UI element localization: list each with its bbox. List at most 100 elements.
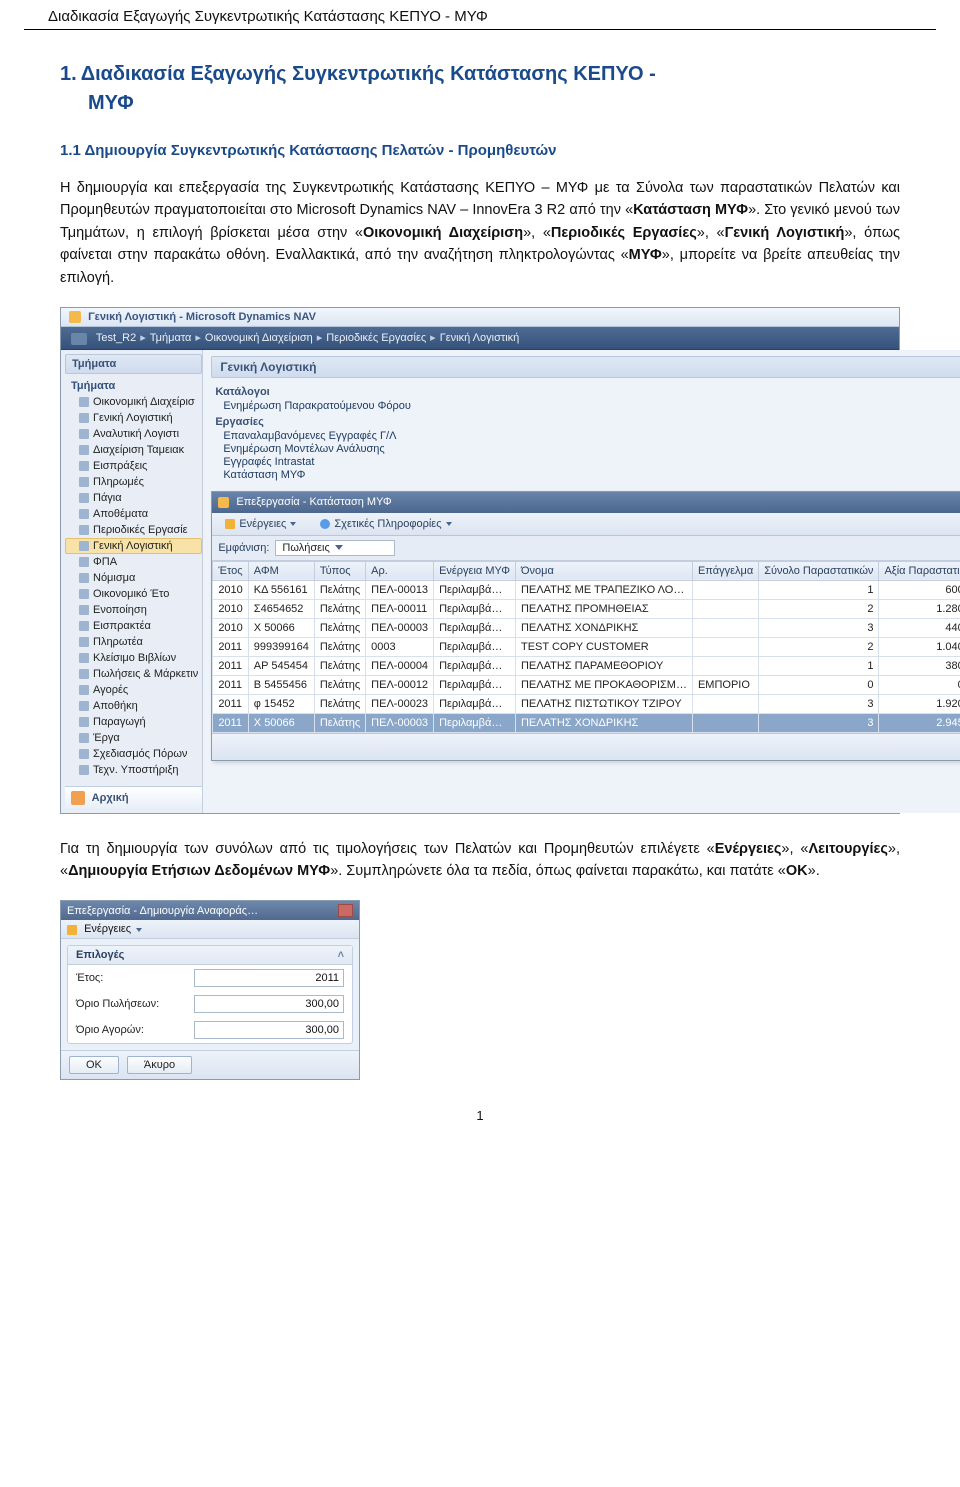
table-cell: Πελάτης <box>314 618 365 637</box>
breadcrumb-item[interactable]: Οικονομική Διαχείριση <box>205 332 313 344</box>
main-link[interactable]: Κατάσταση ΜΥΦ <box>223 469 960 481</box>
sidebar-item[interactable]: Ενοποίηση <box>65 602 202 618</box>
table-row[interactable]: 2011Χ 50066ΠελάτηςΠΕΛ-00003Περιλαμβά…ΠΕΛ… <box>213 713 960 732</box>
sidebar-item-label: Αναλυτική Λογιστι <box>93 428 179 440</box>
main-link[interactable]: Επαναλαμβανόμενες Εγγραφές Γ/Λ <box>223 430 960 442</box>
sidebar-item[interactable]: Αναλυτική Λογιστι <box>65 426 202 442</box>
table-cell <box>692 618 758 637</box>
breadcrumb-item[interactable]: Test_R2 <box>96 332 136 344</box>
field-input[interactable]: 300,00 <box>194 1021 344 1039</box>
sidebar-item[interactable]: Γενική Λογιστική <box>65 538 202 554</box>
sidebar-item[interactable]: Αγορές <box>65 682 202 698</box>
table-cell: ΠΕΛΑΤΗΣ ΠΡΟΜΗΘΕΙΑΣ <box>515 599 692 618</box>
nav-back-icon[interactable] <box>71 333 87 345</box>
inner-footer: OK <box>212 733 960 760</box>
filter-dropdown[interactable]: Πωλήσεις <box>275 540 395 556</box>
grid-column-header[interactable]: Επάγγελμα <box>692 561 758 580</box>
sidebar-item-label: Τμήματα <box>71 380 115 392</box>
sidebar-item[interactable]: Πάγια <box>65 490 202 506</box>
chevron-down-icon <box>290 522 296 526</box>
sidebar-item-label: Αποθήκη <box>93 700 138 712</box>
close-icon[interactable] <box>338 904 353 917</box>
sidebar-item[interactable]: Πληρωτέα <box>65 634 202 650</box>
data-grid[interactable]: ΈτοςΑΦΜΤύποςΑρ.Ενέργεια ΜΥΦΌνομαΕπάγγελμ… <box>212 561 960 733</box>
sidebar-item[interactable]: Διαχείριση Ταμειακ <box>65 442 202 458</box>
sidebar-home[interactable]: Αρχική <box>65 786 202 809</box>
folder-icon <box>79 429 89 439</box>
sidebar-item-label: Ενοποίηση <box>93 604 147 616</box>
panel-header[interactable]: Επιλογές ˄ <box>68 946 352 965</box>
grid-column-header[interactable]: ΑΦΜ <box>248 561 314 580</box>
dialog-options-panel: Επιλογές ˄ Έτος:2011Όριο Πωλήσεων:300,00… <box>67 945 353 1044</box>
sidebar-item[interactable]: Γενική Λογιστική <box>65 410 202 426</box>
table-cell: 1.040,00 <box>879 637 960 656</box>
breadcrumb-item[interactable]: Τμήματα <box>150 332 192 344</box>
section-works-label: Εργασίες <box>215 416 960 428</box>
sidebar-item[interactable]: Οικονομική Διαχείρισ <box>65 394 202 410</box>
dialog-actions-button[interactable]: Ενέργειες <box>84 923 131 935</box>
sidebar-item-label: Παραγωγή <box>93 716 146 728</box>
sidebar-item[interactable]: Περιοδικές Εργασίε <box>65 522 202 538</box>
table-cell: Σ4654652 <box>248 599 314 618</box>
main-link[interactable]: Ενημέρωση Μοντέλων Ανάλυσης <box>223 443 960 455</box>
ok-button[interactable]: OK <box>69 1056 119 1074</box>
sidebar-item[interactable]: Τμήματα <box>65 378 202 394</box>
breadcrumb-item[interactable]: Περιοδικές Εργασίες <box>326 332 426 344</box>
table-row[interactable]: 2010Χ 50066ΠελάτηςΠΕΛ-00003Περιλαμβά…ΠΕΛ… <box>213 618 960 637</box>
dialog-titlebar: Επεξεργασία - Δημιουργία Αναφοράς… <box>61 901 359 920</box>
p2-seg4: ». Συμπληρώνετε όλα τα πεδία, όπως φαίνε… <box>330 863 786 879</box>
field-input[interactable]: 300,00 <box>194 995 344 1013</box>
h1-text-line2: ΜΥΦ <box>88 92 134 114</box>
main-link[interactable]: Εγγραφές Intrastat <box>223 456 960 468</box>
table-cell: φ 15452 <box>248 694 314 713</box>
table-row[interactable]: 2010Σ4654652ΠελάτηςΠΕΛ-00011Περιλαμβά…ΠΕ… <box>213 599 960 618</box>
table-row[interactable]: 2010ΚΔ 556161ΠελάτηςΠΕΛ-00013Περιλαμβά…Π… <box>213 580 960 599</box>
sidebar-item[interactable]: Κλείσιμο Βιβλίων <box>65 650 202 666</box>
sidebar-item[interactable]: Πληρωμές <box>65 474 202 490</box>
p1-seg3: », « <box>523 225 551 241</box>
sidebar-item[interactable]: Εισπράξεις <box>65 458 202 474</box>
grid-column-header[interactable]: Τύπος <box>314 561 365 580</box>
cancel-button[interactable]: Άκυρο <box>127 1056 192 1074</box>
sidebar-item[interactable]: Νόμισμα <box>65 570 202 586</box>
grid-column-header[interactable]: Όνομα <box>515 561 692 580</box>
h1-text-line1: Διαδικασία Εξαγωγής Συγκεντρωτικής Κατάσ… <box>81 63 656 85</box>
sidebar-item[interactable]: Έργα <box>65 730 202 746</box>
grid-column-header[interactable]: Έτος <box>213 561 248 580</box>
sidebar-item[interactable]: Οικονομικό Έτο <box>65 586 202 602</box>
field-input[interactable]: 2011 <box>194 969 344 987</box>
grid-column-header[interactable]: Αξία Παραστατικών <box>879 561 960 580</box>
actions-button[interactable]: Ενέργειες <box>218 516 303 532</box>
table-cell: Πελάτης <box>314 694 365 713</box>
breadcrumb-item[interactable]: Γενική Λογιστική <box>440 332 520 344</box>
table-row[interactable]: 2011φ 15452ΠελάτηςΠΕΛ-00023Περιλαμβά…ΠΕΛ… <box>213 694 960 713</box>
table-row[interactable]: 2011Β 5455456ΠελάτηςΠΕΛ-00012Περιλαμβά…Π… <box>213 675 960 694</box>
inner-window-myf: Επεξεργασία - Κατάσταση ΜΥΦ Εν <box>211 491 960 761</box>
collapse-icon[interactable]: ˄ <box>338 949 344 961</box>
dialog-field-row: Όριο Πωλήσεων:300,00 <box>68 991 352 1017</box>
folder-icon <box>79 765 89 775</box>
related-info-button[interactable]: Σχετικές Πληροφορίες <box>313 516 458 532</box>
sidebar-item[interactable]: Αποθήκη <box>65 698 202 714</box>
folder-icon <box>79 573 89 583</box>
table-cell: 2011 <box>213 713 248 732</box>
nav-breadcrumb[interactable]: Test_R2▸Τμήματα▸Οικονομική Διαχείριση▸Πε… <box>61 327 899 349</box>
sidebar-item[interactable]: Σχεδιασμός Πόρων <box>65 746 202 762</box>
table-cell: 0003 <box>366 637 434 656</box>
sidebar-item[interactable]: Εισπρακτέα <box>65 618 202 634</box>
sidebar-item[interactable]: ΦΠΑ <box>65 554 202 570</box>
sidebar-item[interactable]: Τεχν. Υποστήριξη <box>65 762 202 778</box>
grid-column-header[interactable]: Αρ. <box>366 561 434 580</box>
grid-column-header[interactable]: Ενέργεια ΜΥΦ <box>434 561 516 580</box>
sidebar-item[interactable]: Αποθέματα <box>65 506 202 522</box>
sidebar-item[interactable]: Παραγωγή <box>65 714 202 730</box>
main-link[interactable]: Ενημέρωση Παρακρατούμενου Φόρου <box>223 400 960 412</box>
table-row[interactable]: 2011ΑΡ 545454ΠελάτηςΠΕΛ-00004Περιλαμβά…Π… <box>213 656 960 675</box>
grid-column-header[interactable]: Σύνολο Παραστατικών <box>759 561 879 580</box>
table-cell: Πελάτης <box>314 637 365 656</box>
folder-icon <box>79 525 89 535</box>
sidebar-item[interactable]: Πωλήσεις & Μάρκετιν <box>65 666 202 682</box>
p1-bold1: Κατάσταση ΜΥΦ <box>633 202 748 218</box>
table-row[interactable]: 2011999399164Πελάτης0003Περιλαμβά…TEST C… <box>213 637 960 656</box>
folder-icon <box>79 509 89 519</box>
